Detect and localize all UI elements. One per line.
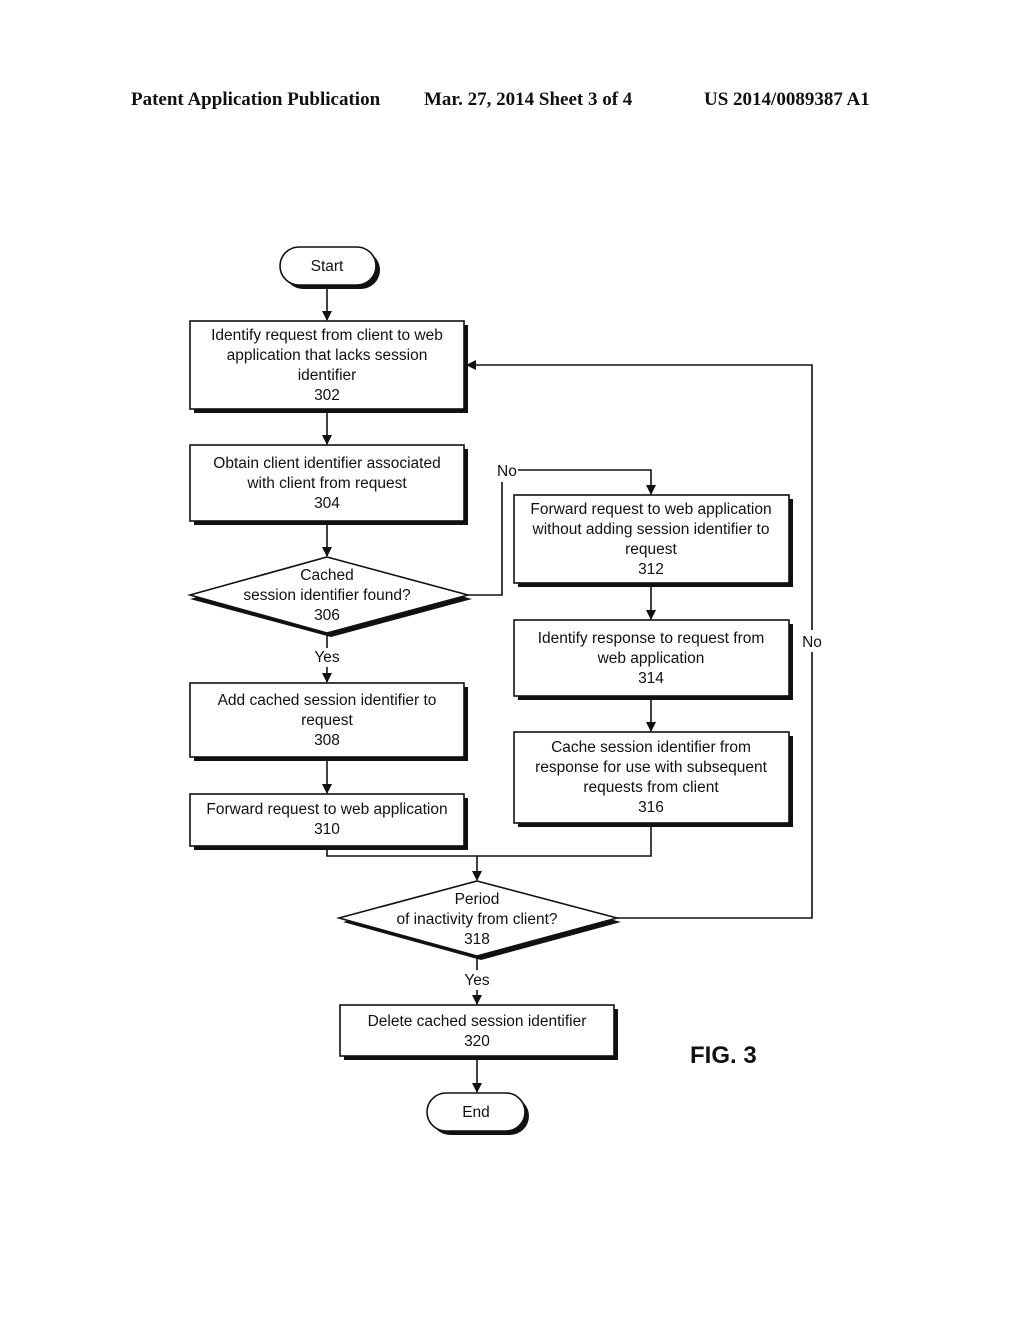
node-n318-line: 318: [464, 931, 490, 948]
node-n302-line: application that lacks session: [227, 347, 428, 364]
edge-label-318-yes: Yes: [464, 972, 490, 989]
node-n310-line: 310: [314, 821, 340, 838]
node-n316-line: 316: [638, 799, 664, 816]
node-n306-line: Cached: [300, 567, 353, 584]
node-n306-line: 306: [314, 607, 340, 624]
node-n318-line: of inactivity from client?: [396, 911, 557, 928]
node-n318-line: Period: [455, 891, 500, 908]
node-start-text: Start: [311, 258, 344, 275]
node-n312-line: 312: [638, 561, 664, 578]
node-n308-line: request: [301, 712, 353, 729]
node-n320-line: Delete cached session identifier: [368, 1013, 587, 1030]
figure-label: FIG. 3: [690, 1042, 757, 1069]
node-n316-line: Cache session identifier from: [551, 739, 751, 756]
node-n320-line: 320: [464, 1033, 490, 1050]
node-n306-line: session identifier found?: [243, 587, 411, 604]
node-n304-line: 304: [314, 495, 340, 512]
node-n314-line: web application: [597, 650, 705, 667]
flowchart: Start Identify request from client to web…: [187, 246, 822, 1135]
node-n302-line: identifier: [298, 367, 357, 384]
node-n314-line: 314: [638, 670, 664, 687]
node-n312-line: without adding session identifier to: [532, 521, 770, 538]
node-end-line: End: [462, 1104, 490, 1121]
edge-306-no: [468, 482, 503, 596]
edge-label-306-yes: Yes: [314, 649, 340, 666]
edge-label-306-no: No: [497, 463, 517, 480]
node-n304-line: with client from request: [246, 475, 407, 492]
node-n316-line: requests from client: [583, 779, 719, 796]
node-end-text: End: [462, 1104, 490, 1121]
node-n312-line: request: [625, 541, 677, 558]
node-n314-line: Identify response to request from: [538, 630, 765, 647]
node-n308-line: Add cached session identifier to: [218, 692, 437, 709]
edge-306-no-top: [518, 469, 656, 495]
edge-label-318-no: No: [802, 634, 822, 651]
node-n312-line: Forward request to web application: [530, 501, 771, 518]
shapes: [187, 246, 790, 1132]
node-start-line: Start: [311, 258, 344, 275]
node-n308-line: 308: [314, 732, 340, 749]
node-n302-line: Identify request from client to web: [211, 327, 443, 344]
node-n304-line: Obtain client identifier associated: [213, 455, 440, 472]
node-n310-line: Forward request to web application: [206, 801, 447, 818]
node-n302-line: 302: [314, 387, 340, 404]
node-n316-line: response for use with subsequent: [535, 759, 767, 776]
